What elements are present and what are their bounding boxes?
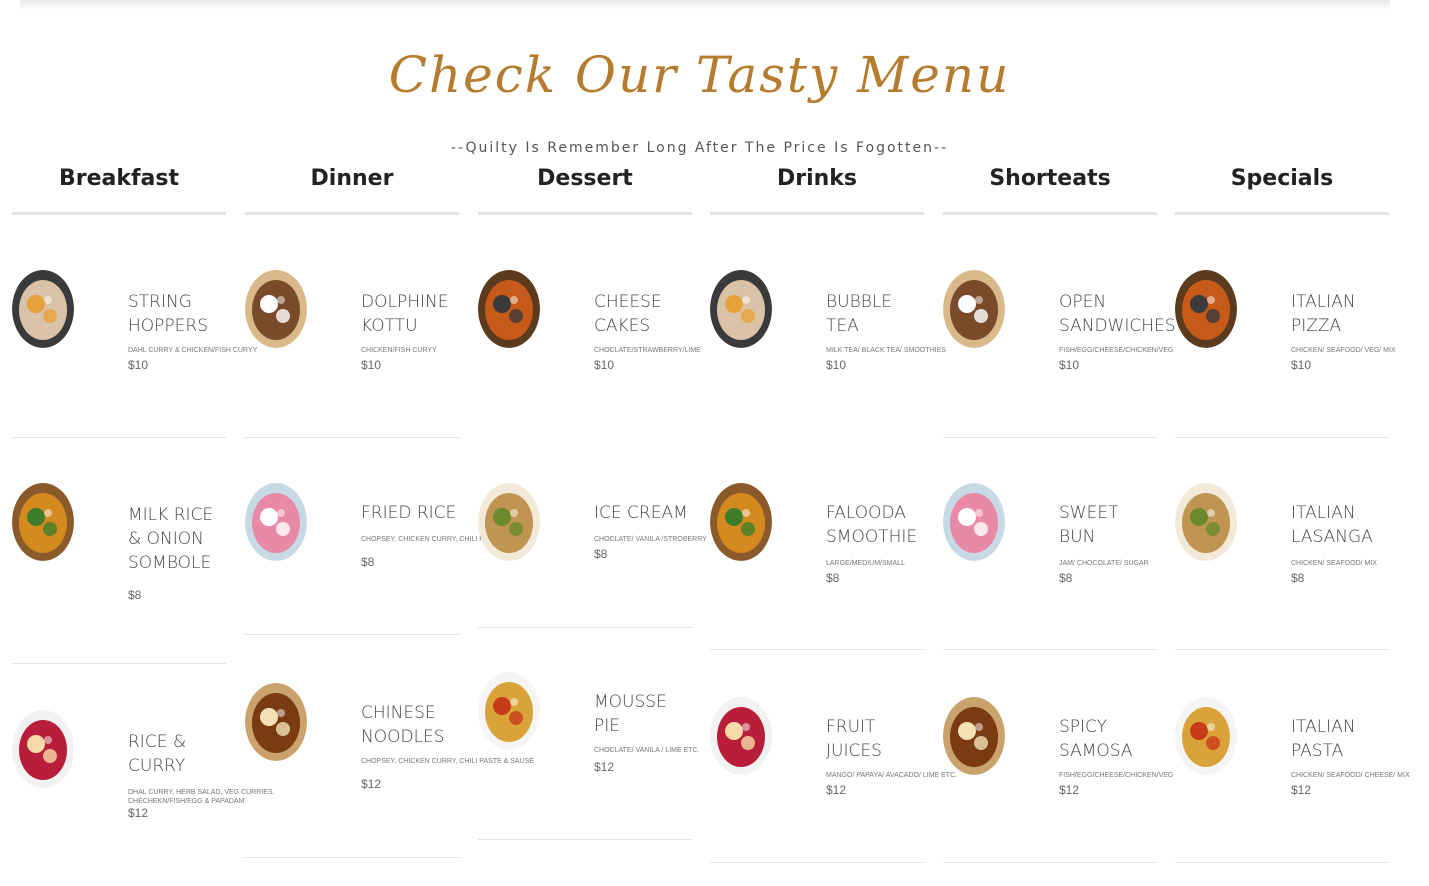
samosa-image bbox=[943, 697, 1005, 775]
menu-column-dinner: Dinner DOLPHINE KOTTU CHICKEN/FISH CURYY $… bbox=[245, 0, 534, 886]
column-divider bbox=[710, 212, 924, 215]
item-name: RICE & CURRY bbox=[128, 732, 187, 776]
string-hoppers-image bbox=[12, 270, 74, 348]
item-divider bbox=[1175, 649, 1389, 650]
item-name: DOLPHINE KOTTU bbox=[361, 292, 449, 336]
item-divider bbox=[943, 862, 1157, 863]
item-divider bbox=[245, 634, 459, 635]
item-price: $8 bbox=[361, 555, 375, 569]
rice-curry-image bbox=[12, 710, 74, 788]
item-price: $12 bbox=[1059, 783, 1080, 797]
item-name: MOUSSE PIE bbox=[594, 692, 667, 736]
item-divider bbox=[710, 862, 924, 863]
item-name: SPICY SAMOSA bbox=[1059, 717, 1133, 761]
item-price: $10 bbox=[594, 358, 615, 372]
fruit-juice-image bbox=[710, 697, 772, 775]
item-description: CHICKEN/ SEAFOOD/ MIX bbox=[1291, 560, 1377, 567]
item-name: MILK RICE & ONION SOMBOLE bbox=[128, 505, 214, 573]
kottu-image bbox=[245, 270, 307, 348]
item-price: $12 bbox=[128, 806, 149, 820]
item-divider bbox=[245, 437, 459, 438]
item-name: OPEN SANDWICHES bbox=[1059, 292, 1176, 336]
item-name: ITALIAN PIZZA bbox=[1291, 292, 1356, 336]
item-price: $10 bbox=[1291, 358, 1312, 372]
bubble-tea-image bbox=[710, 270, 772, 348]
item-name: ITALIAN LASANGA bbox=[1291, 503, 1373, 547]
menu-page: Check Our Tasty Menu --Quilty Is Remembe… bbox=[0, 0, 1429, 886]
item-description: CHICKEN/ SEAFOOD/ CHEESE/ MIX bbox=[1291, 772, 1410, 779]
mousse-pie-image bbox=[478, 672, 540, 750]
sandwich-image bbox=[943, 270, 1005, 348]
column-divider bbox=[245, 212, 459, 215]
item-name: BUBBLE TEA bbox=[826, 292, 893, 336]
menu-column-dessert: Dessert CHEESE CAKES CHOCLATE/STRAWBERRY/… bbox=[478, 0, 708, 886]
item-divider bbox=[943, 437, 1157, 438]
fried-rice-image bbox=[245, 483, 307, 561]
item-name: FRUIT JUICES bbox=[826, 717, 882, 761]
item-price: $8 bbox=[1059, 571, 1073, 585]
sweet-bun-image bbox=[943, 483, 1005, 561]
ice-cream-image bbox=[478, 483, 540, 561]
falooda-image bbox=[710, 483, 772, 561]
item-divider bbox=[1175, 437, 1389, 438]
item-divider bbox=[12, 437, 226, 438]
item-name: CHEESE CAKES bbox=[594, 292, 662, 336]
item-divider bbox=[12, 663, 226, 664]
item-name: STRING HOPPERS bbox=[128, 292, 209, 336]
menu-column-breakfast: Breakfast STRING HOPPERS DAHL CURRY & CHI… bbox=[12, 0, 275, 886]
item-price: $8 bbox=[1291, 571, 1305, 585]
item-name: SWEET BUN bbox=[1059, 503, 1119, 547]
lasagna-image bbox=[1175, 483, 1237, 561]
column-heading[interactable]: Shorteats bbox=[943, 166, 1157, 191]
item-price: $10 bbox=[361, 358, 382, 372]
column-divider bbox=[1175, 212, 1389, 215]
item-price: $10 bbox=[1059, 358, 1080, 372]
column-heading[interactable]: Dinner bbox=[245, 166, 459, 191]
column-divider bbox=[12, 212, 226, 215]
item-divider bbox=[943, 649, 1157, 650]
pasta-image bbox=[1175, 697, 1237, 775]
noodles-image bbox=[245, 683, 307, 761]
item-divider bbox=[710, 649, 924, 650]
column-heading[interactable]: Breakfast bbox=[12, 166, 226, 191]
item-name: ICE CREAM bbox=[594, 503, 688, 523]
item-divider bbox=[1175, 862, 1389, 863]
item-price: $10 bbox=[128, 358, 149, 372]
item-price: $10 bbox=[826, 358, 847, 372]
milk-rice-image bbox=[12, 483, 74, 561]
item-price: $8 bbox=[594, 547, 608, 561]
item-name: CHINESE NOODLES bbox=[361, 703, 445, 747]
column-divider bbox=[478, 212, 692, 215]
item-price: $12 bbox=[361, 777, 382, 791]
item-price: $8 bbox=[128, 588, 142, 602]
item-divider bbox=[478, 839, 692, 840]
item-description: CHICKEN/ SEAFOOD/ VEG/ MIX bbox=[1291, 347, 1396, 354]
menu-column-drinks: Drinks BUBBLE TEA MILK TEA/ BLACK TEA/ SM… bbox=[710, 0, 957, 886]
menu-column-specials: Specials ITALIAN PIZZA CHICKEN/ SEAFOOD/ … bbox=[1175, 0, 1410, 886]
pizza-image bbox=[1175, 270, 1237, 348]
item-price: $12 bbox=[1291, 783, 1312, 797]
column-divider bbox=[943, 212, 1157, 215]
item-price: $12 bbox=[826, 783, 847, 797]
item-divider bbox=[478, 627, 692, 628]
item-price: $8 bbox=[826, 571, 840, 585]
menu-column-shorteats: Shorteats OPEN SANDWICHES FISH/EGG/CHEESE… bbox=[943, 0, 1176, 886]
column-heading[interactable]: Dessert bbox=[478, 166, 692, 191]
item-price: $12 bbox=[594, 760, 615, 774]
item-name: FALOODA SMOOTHIE bbox=[826, 503, 918, 547]
column-heading[interactable]: Specials bbox=[1175, 166, 1389, 191]
item-name: ITALIAN PASTA bbox=[1291, 717, 1356, 761]
item-name: FRIED RICE bbox=[361, 503, 457, 523]
column-heading[interactable]: Drinks bbox=[710, 166, 924, 191]
item-divider bbox=[245, 857, 459, 858]
cheese-cake-image bbox=[478, 270, 540, 348]
